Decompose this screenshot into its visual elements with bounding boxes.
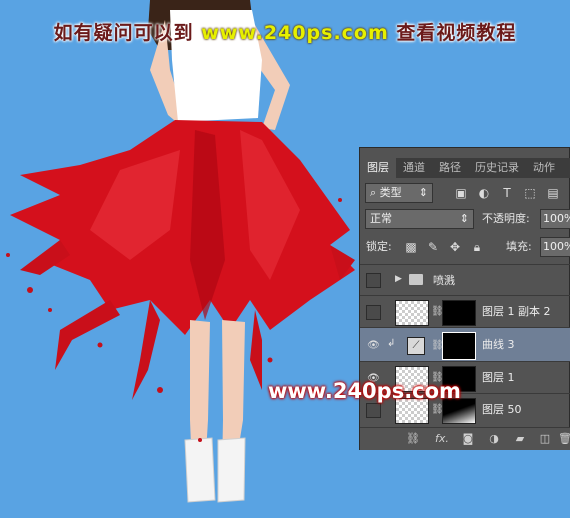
lock-label: 锁定: xyxy=(366,240,392,253)
layer-name[interactable]: 图层 50 xyxy=(482,394,522,426)
link-icon[interactable]: ⛓ xyxy=(431,339,444,352)
lock-row: 锁定: ▩ ✎ ✥ 🔒︎ 填充: 100% xyxy=(360,234,570,260)
chevron-updown-icon: ⇕ xyxy=(459,212,469,225)
layer-name[interactable]: 图层 1 副本 2 xyxy=(482,296,551,328)
blend-row: 正常 ⇕ 不透明度: 100% xyxy=(360,206,570,232)
banner-link: www.240ps.com xyxy=(201,22,389,44)
folder-icon xyxy=(409,274,423,285)
clip-arrow-icon: ↲ xyxy=(387,338,396,349)
search-icon: ⌕ xyxy=(370,186,380,199)
layer-mask-thumbnail[interactable] xyxy=(442,300,476,326)
filter-type-select[interactable]: ⌕ 类型 ⇕ xyxy=(365,183,433,203)
folder-icon[interactable]: ▰ xyxy=(513,432,527,446)
new-layer-icon[interactable]: ◫ xyxy=(538,432,552,446)
panel-bottom-toolbar: ⛓ fx. ◙ ◑ ▰ ◫ 🗑︎ xyxy=(360,427,570,450)
watermark: www.240ps.com xyxy=(268,379,461,403)
curves-adjustment-icon[interactable]: ⟋ xyxy=(407,337,425,355)
adjustment-filter-icon[interactable]: ◐ xyxy=(477,186,491,200)
visibility-toggle[interactable] xyxy=(366,305,381,320)
lock-transparent-icon[interactable]: ▩ xyxy=(404,240,418,254)
layer-mask-thumbnail[interactable] xyxy=(442,332,476,360)
tutorial-banner: 如有疑问可以到 www.240ps.com 查看视频教程 xyxy=(0,18,570,45)
expand-arrow-icon[interactable]: ▶ xyxy=(395,274,402,284)
filter-row: ⌕ 类型 ⇕ ▣ ◐ T ⬚ ▤ xyxy=(360,180,570,206)
mask-icon[interactable]: ◙ xyxy=(461,432,475,446)
visibility-toggle[interactable] xyxy=(366,273,381,288)
lock-brush-icon[interactable]: ✎ xyxy=(426,240,440,254)
fx-icon[interactable]: fx. xyxy=(432,432,452,446)
smart-object-filter-icon[interactable]: ▤ xyxy=(546,186,560,200)
layer-row-selected[interactable]: 👁︎ ↲ ⟋ ⛓ 曲线 3 xyxy=(360,327,570,361)
shape-filter-icon[interactable]: ⬚ xyxy=(523,186,537,200)
opacity-input[interactable]: 100% xyxy=(540,209,570,229)
layer-name[interactable]: 图层 1 xyxy=(482,362,515,394)
lock-all-icon[interactable]: 🔒︎ xyxy=(470,240,484,254)
fill-input[interactable]: 100% xyxy=(540,237,570,257)
layer-thumbnail xyxy=(395,300,429,326)
layer-list: ▶ 喷溅 ⛓ 图层 1 副本 2 👁︎ ↲ ⟋ ⛓ 曲线 3 👁︎ ⛓ 图层 1… xyxy=(360,264,570,428)
visibility-toggle[interactable] xyxy=(366,403,381,418)
tab-layers[interactable]: 图层 xyxy=(360,158,396,178)
adjustment-icon[interactable]: ◑ xyxy=(487,432,501,446)
link-icon[interactable]: ⛓ xyxy=(431,403,444,416)
opacity-label: 不透明度: xyxy=(482,212,530,225)
type-filter-icon[interactable]: T xyxy=(500,186,514,200)
image-filter-icon[interactable]: ▣ xyxy=(454,186,468,200)
filter-type-value: 类型 xyxy=(379,186,402,199)
trash-icon[interactable]: 🗑︎ xyxy=(558,432,570,446)
banner-text-tail: 查看视频教程 xyxy=(396,22,517,44)
layer-name[interactable]: 喷溅 xyxy=(433,265,455,296)
layer-row-group[interactable]: ▶ 喷溅 xyxy=(360,264,570,295)
eye-icon[interactable]: 👁︎ xyxy=(366,338,381,353)
tab-actions[interactable]: 动作 xyxy=(526,158,562,178)
fill-label: 填充: xyxy=(506,240,532,253)
layers-panel: 图层 通道 路径 历史记录 动作 ⌕ 类型 ⇕ ▣ ◐ T ⬚ ▤ 正常 ⇕ 不透明… xyxy=(359,147,570,450)
layer-name[interactable]: 曲线 3 xyxy=(482,328,515,362)
tab-channels[interactable]: 通道 xyxy=(396,158,432,178)
lock-position-icon[interactable]: ✥ xyxy=(448,240,462,254)
chevron-updown-icon: ⇕ xyxy=(418,186,428,199)
banner-text-lead: 如有疑问可以到 xyxy=(53,22,194,44)
link-icon[interactable]: ⛓ xyxy=(406,432,420,446)
tab-paths[interactable]: 路径 xyxy=(432,158,468,178)
panel-tabs: 图层 通道 路径 历史记录 动作 xyxy=(360,158,570,178)
tab-history[interactable]: 历史记录 xyxy=(468,158,526,178)
layer-row[interactable]: ⛓ 图层 1 副本 2 xyxy=(360,295,570,327)
blend-mode-select[interactable]: 正常 ⇕ xyxy=(365,209,474,229)
link-icon[interactable]: ⛓ xyxy=(431,305,444,318)
blend-mode-value: 正常 xyxy=(370,212,392,225)
